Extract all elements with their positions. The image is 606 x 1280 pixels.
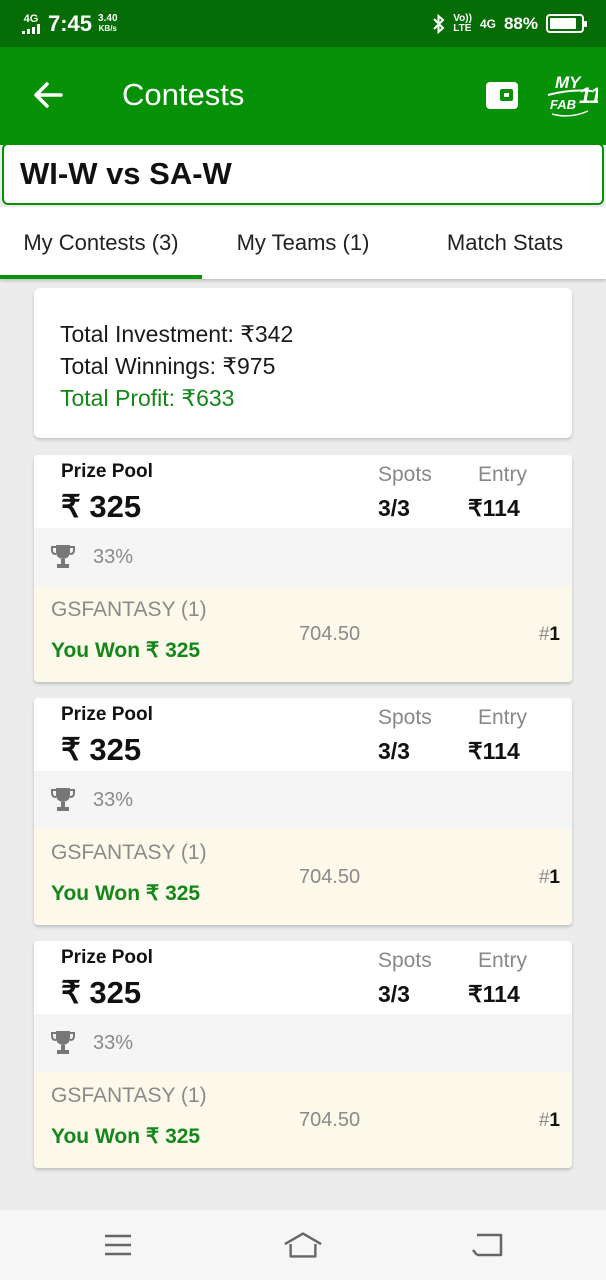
network-type-right: 4G <box>479 16 496 31</box>
signal-icon: 4G <box>22 12 40 34</box>
total-winnings: Total Winnings: ₹975 <box>60 353 276 379</box>
back-arrow-icon <box>34 82 63 108</box>
battery-fill <box>550 18 577 29</box>
match-title: WI-W vs SA-W <box>20 156 232 191</box>
speed-unit: KB/s <box>98 23 117 33</box>
won-amount: You Won ₹ 325 <box>51 1125 201 1148</box>
home-button[interactable] <box>283 1227 323 1263</box>
back-button[interactable] <box>26 75 70 115</box>
winners-percent: 33% <box>93 546 134 568</box>
prize-pool-amount: ₹ 325 <box>61 732 142 767</box>
wallet-icon <box>486 82 518 109</box>
result-row: GSFANTASY (1) You Won ₹ 325 704.50 #1 <box>34 1072 572 1168</box>
logo-number: 11 <box>579 83 598 108</box>
spots-value: 3/3 <box>378 738 410 764</box>
tab-bar: My Contests (3) My Teams (1) Match Stats <box>0 207 606 279</box>
nav-back-button[interactable] <box>467 1227 507 1263</box>
app-bar: Contests MY FAB 11 <box>0 47 606 145</box>
rank-value: 1 <box>549 624 560 645</box>
contest-header: Prize Pool ₹ 325 Spots 3/3 Entry ₹114 <box>34 941 572 1014</box>
team-rank: #1 <box>539 867 560 889</box>
bluetooth-icon <box>433 13 445 34</box>
entry-label: Entry <box>478 463 528 486</box>
trophy-icon <box>51 788 75 811</box>
entry-value: ₹114 <box>468 981 520 1007</box>
home-icon <box>284 1232 322 1258</box>
active-tab-indicator <box>0 275 202 279</box>
result-row: GSFANTASY (1) You Won ₹ 325 704.50 #1 <box>34 586 572 682</box>
summary-card: Total Investment: ₹342 Total Winnings: ₹… <box>34 288 572 438</box>
contest-card[interactable]: Prize Pool ₹ 325 Spots 3/3 Entry ₹114 33… <box>34 698 572 925</box>
contest-header: Prize Pool ₹ 325 Spots 3/3 Entry ₹114 <box>34 698 572 771</box>
won-amount: You Won ₹ 325 <box>51 882 201 905</box>
rank-prefix: # <box>538 867 550 888</box>
total-investment: Total Investment: ₹342 <box>60 321 294 347</box>
team-points: 704.50 <box>299 1109 361 1131</box>
winners-percent: 33% <box>93 789 134 811</box>
rank-prefix: # <box>538 624 550 645</box>
winners-row: 33% <box>34 1014 572 1072</box>
tab-my-contests[interactable]: My Contests (3) <box>0 207 202 279</box>
status-bar: 4G 7:45 3.40 KB/s Vo)) LTE 4G 88% <box>0 0 606 47</box>
contest-header: Prize Pool ₹ 325 Spots 3/3 Entry ₹114 <box>34 455 572 528</box>
contest-card[interactable]: Prize Pool ₹ 325 Spots 3/3 Entry ₹114 33… <box>34 941 572 1168</box>
logo-text-bottom: FAB <box>550 97 576 112</box>
spots-value: 3/3 <box>378 981 410 1007</box>
battery-percent: 88% <box>503 13 538 33</box>
volte-top: Vo)) <box>453 12 472 24</box>
status-left: 4G 7:45 3.40 KB/s <box>22 11 118 37</box>
menu-icon <box>105 1234 131 1256</box>
team-points: 704.50 <box>299 623 361 645</box>
rank-prefix: # <box>538 1110 550 1131</box>
page-title: Contests <box>122 77 245 112</box>
winners-percent: 33% <box>93 1032 134 1054</box>
volte-bottom: LTE <box>453 22 472 34</box>
system-nav-bar <box>0 1210 606 1280</box>
speed-value: 3.40 <box>98 12 118 24</box>
team-name: GSFANTASY (1) <box>51 598 207 621</box>
volte-indicator: Vo)) LTE <box>453 12 472 34</box>
status-right: Vo)) LTE 4G 88% <box>433 12 587 34</box>
network-speed: 3.40 KB/s <box>98 12 118 34</box>
won-amount: You Won ₹ 325 <box>51 639 201 662</box>
team-points: 704.50 <box>299 866 361 888</box>
entry-value: ₹114 <box>468 738 520 764</box>
total-profit: Total Profit: ₹633 <box>60 385 235 411</box>
prize-pool-label: Prize Pool <box>61 704 153 725</box>
entry-label: Entry <box>478 949 528 972</box>
app-logo: MY FAB 11 <box>542 69 602 121</box>
entry-label: Entry <box>478 706 528 729</box>
prize-pool-label: Prize Pool <box>61 461 153 482</box>
battery-icon <box>546 14 587 33</box>
rank-value: 1 <box>549 867 560 888</box>
network-type: 4G <box>23 12 39 25</box>
entry-value: ₹114 <box>468 495 520 521</box>
back-icon <box>472 1233 503 1257</box>
contest-card[interactable]: Prize Pool ₹ 325 Spots 3/3 Entry ₹114 33… <box>34 455 572 682</box>
spots-label: Spots <box>378 463 432 486</box>
spots-label: Spots <box>378 949 432 972</box>
wallet-button[interactable] <box>482 75 522 115</box>
spots-value: 3/3 <box>378 495 410 521</box>
winners-row: 33% <box>34 528 572 586</box>
menu-button[interactable] <box>98 1227 138 1263</box>
clock: 7:45 <box>48 10 93 36</box>
result-row: GSFANTASY (1) You Won ₹ 325 704.50 #1 <box>34 829 572 925</box>
team-rank: #1 <box>539 624 560 646</box>
rank-value: 1 <box>549 1110 560 1131</box>
tab-match-stats[interactable]: Match Stats <box>404 207 606 279</box>
team-name: GSFANTASY (1) <box>51 1084 207 1107</box>
match-header: WI-W vs SA-W <box>2 143 604 205</box>
trophy-icon <box>51 545 75 568</box>
spots-label: Spots <box>378 706 432 729</box>
prize-pool-amount: ₹ 325 <box>61 975 142 1010</box>
tab-my-teams[interactable]: My Teams (1) <box>202 207 404 279</box>
winners-row: 33% <box>34 771 572 829</box>
team-rank: #1 <box>539 1110 560 1132</box>
team-name: GSFANTASY (1) <box>51 841 207 864</box>
trophy-icon <box>51 1031 75 1054</box>
prize-pool-label: Prize Pool <box>61 947 153 968</box>
prize-pool-amount: ₹ 325 <box>61 489 142 524</box>
